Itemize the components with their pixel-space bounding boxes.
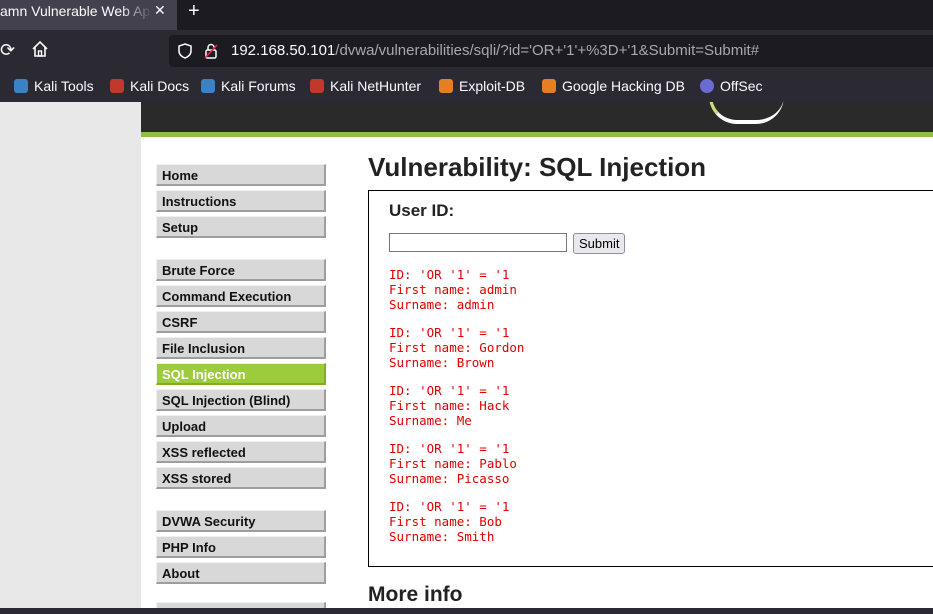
query-results: ID: 'OR '1' = '1 First name: admin Surna… xyxy=(389,267,524,557)
home-icon[interactable] xyxy=(31,40,49,58)
result-id: ID: 'OR '1' = '1 xyxy=(389,441,510,456)
bookmark-kali-nethunter[interactable]: Kali NetHunter xyxy=(310,78,421,94)
tab-bar: amn Vulnerable Web App ✕ + xyxy=(0,0,933,30)
result-id: ID: 'OR '1' = '1 xyxy=(389,267,510,282)
result-first-name: First name: Hack xyxy=(389,398,510,413)
close-tab-icon[interactable]: ✕ xyxy=(154,0,166,20)
offsec-icon xyxy=(700,79,714,93)
menu-group-settings: DVWA Security PHP Info About xyxy=(156,510,326,588)
user-id-label: User ID: xyxy=(389,201,455,220)
result-surname: Surname: Brown xyxy=(389,355,495,370)
result-surname: Surname: admin xyxy=(389,297,495,312)
vulnerable-code-area: User ID: Submit ID: 'OR '1' = '1 First n… xyxy=(368,190,933,567)
navigation-bar: ⟳ 192.168.50.101/dvwa/vulnerabilities/sq… xyxy=(0,30,933,72)
user-id-input[interactable] xyxy=(389,233,567,252)
result-id: ID: 'OR '1' = '1 xyxy=(389,325,510,340)
more-info-heading: More info xyxy=(368,583,463,606)
bottom-edge xyxy=(0,608,933,614)
result-surname: Surname: Picasso xyxy=(389,471,510,486)
bookmark-offsec[interactable]: OffSec xyxy=(700,78,763,94)
url-bar[interactable]: 192.168.50.101/dvwa/vulnerabilities/sqli… xyxy=(169,35,933,67)
result-first-name: First name: Bob xyxy=(389,514,502,529)
menu-home[interactable]: Home xyxy=(156,164,326,186)
page-title: Vulnerability: SQL Injection xyxy=(368,152,707,182)
menu-dvwa-security[interactable]: DVWA Security xyxy=(156,510,326,532)
kali-docs-icon xyxy=(110,79,124,93)
url-host: 192.168.50.101 xyxy=(231,42,336,59)
result-id: ID: 'OR '1' = '1 xyxy=(389,499,510,514)
result-first-name: First name: admin xyxy=(389,282,517,297)
insecure-lock-icon[interactable] xyxy=(204,43,218,59)
menu-csrf[interactable]: CSRF xyxy=(156,311,326,333)
result-id: ID: 'OR '1' = '1 xyxy=(389,383,510,398)
dvwa-logo xyxy=(709,102,784,124)
menu-instructions[interactable]: Instructions xyxy=(156,190,326,212)
dvwa-header xyxy=(141,102,933,132)
result-entry: ID: 'OR '1' = '1 First name: admin Surna… xyxy=(389,267,524,312)
bookmark-exploit-db[interactable]: Exploit-DB xyxy=(439,78,525,94)
kali-nethunter-icon xyxy=(310,79,324,93)
new-tab-button[interactable]: + xyxy=(188,0,200,22)
result-entry: ID: 'OR '1' = '1 First name: Pablo Surna… xyxy=(389,441,524,486)
browser-tab[interactable]: amn Vulnerable Web App ✕ xyxy=(0,0,177,30)
menu-setup[interactable]: Setup xyxy=(156,216,326,238)
result-first-name: First name: Pablo xyxy=(389,456,517,471)
menu-upload[interactable]: Upload xyxy=(156,415,326,437)
result-surname: Surname: Me xyxy=(389,413,472,428)
bookmark-kali-forums[interactable]: Kali Forums xyxy=(201,78,296,94)
bookmarks-bar: Kali Tools Kali Docs Kali Forums Kali Ne… xyxy=(0,72,933,102)
header-divider xyxy=(141,132,933,137)
url-path: /dvwa/vulnerabilities/sqli/?id='OR+'1'+%… xyxy=(335,42,760,59)
result-first-name: First name: Gordon xyxy=(389,340,525,355)
page-left-margin xyxy=(0,102,141,610)
ghdb-icon xyxy=(542,79,556,93)
menu-group-general: Home Instructions Setup xyxy=(156,164,326,242)
bookmark-kali-docs[interactable]: Kali Docs xyxy=(110,78,189,94)
bookmark-kali-tools[interactable]: Kali Tools xyxy=(14,78,94,94)
menu-about[interactable]: About xyxy=(156,562,326,584)
exploit-db-icon xyxy=(439,79,453,93)
result-entry: ID: 'OR '1' = '1 First name: Gordon Surn… xyxy=(389,325,524,370)
result-entry: ID: 'OR '1' = '1 First name: Hack Surnam… xyxy=(389,383,524,428)
menu-brute-force[interactable]: Brute Force xyxy=(156,259,326,281)
result-surname: Surname: Smith xyxy=(389,529,495,544)
menu-php-info[interactable]: PHP Info xyxy=(156,536,326,558)
menu-sql-injection-blind[interactable]: SQL Injection (Blind) xyxy=(156,389,326,411)
kali-tools-icon xyxy=(14,79,28,93)
menu-xss-reflected[interactable]: XSS reflected xyxy=(156,441,326,463)
page-content: Home Instructions Setup Brute Force Comm… xyxy=(0,102,933,610)
result-entry: ID: 'OR '1' = '1 First name: Bob Surname… xyxy=(389,499,524,544)
bookmark-google-hacking-db[interactable]: Google Hacking DB xyxy=(542,78,685,94)
shield-icon[interactable] xyxy=(178,43,192,59)
menu-group-vulnerabilities: Brute Force Command Execution CSRF File … xyxy=(156,259,326,493)
menu-sql-injection[interactable]: SQL Injection xyxy=(156,363,326,385)
reload-icon[interactable]: ⟳ xyxy=(0,40,15,61)
menu-xss-stored[interactable]: XSS stored xyxy=(156,467,326,489)
submit-button[interactable]: Submit xyxy=(573,233,626,254)
menu-command-execution[interactable]: Command Execution xyxy=(156,285,326,307)
url-text[interactable]: 192.168.50.101/dvwa/vulnerabilities/sqli… xyxy=(231,42,759,59)
menu-file-inclusion[interactable]: File Inclusion xyxy=(156,337,326,359)
kali-forums-icon xyxy=(201,79,215,93)
